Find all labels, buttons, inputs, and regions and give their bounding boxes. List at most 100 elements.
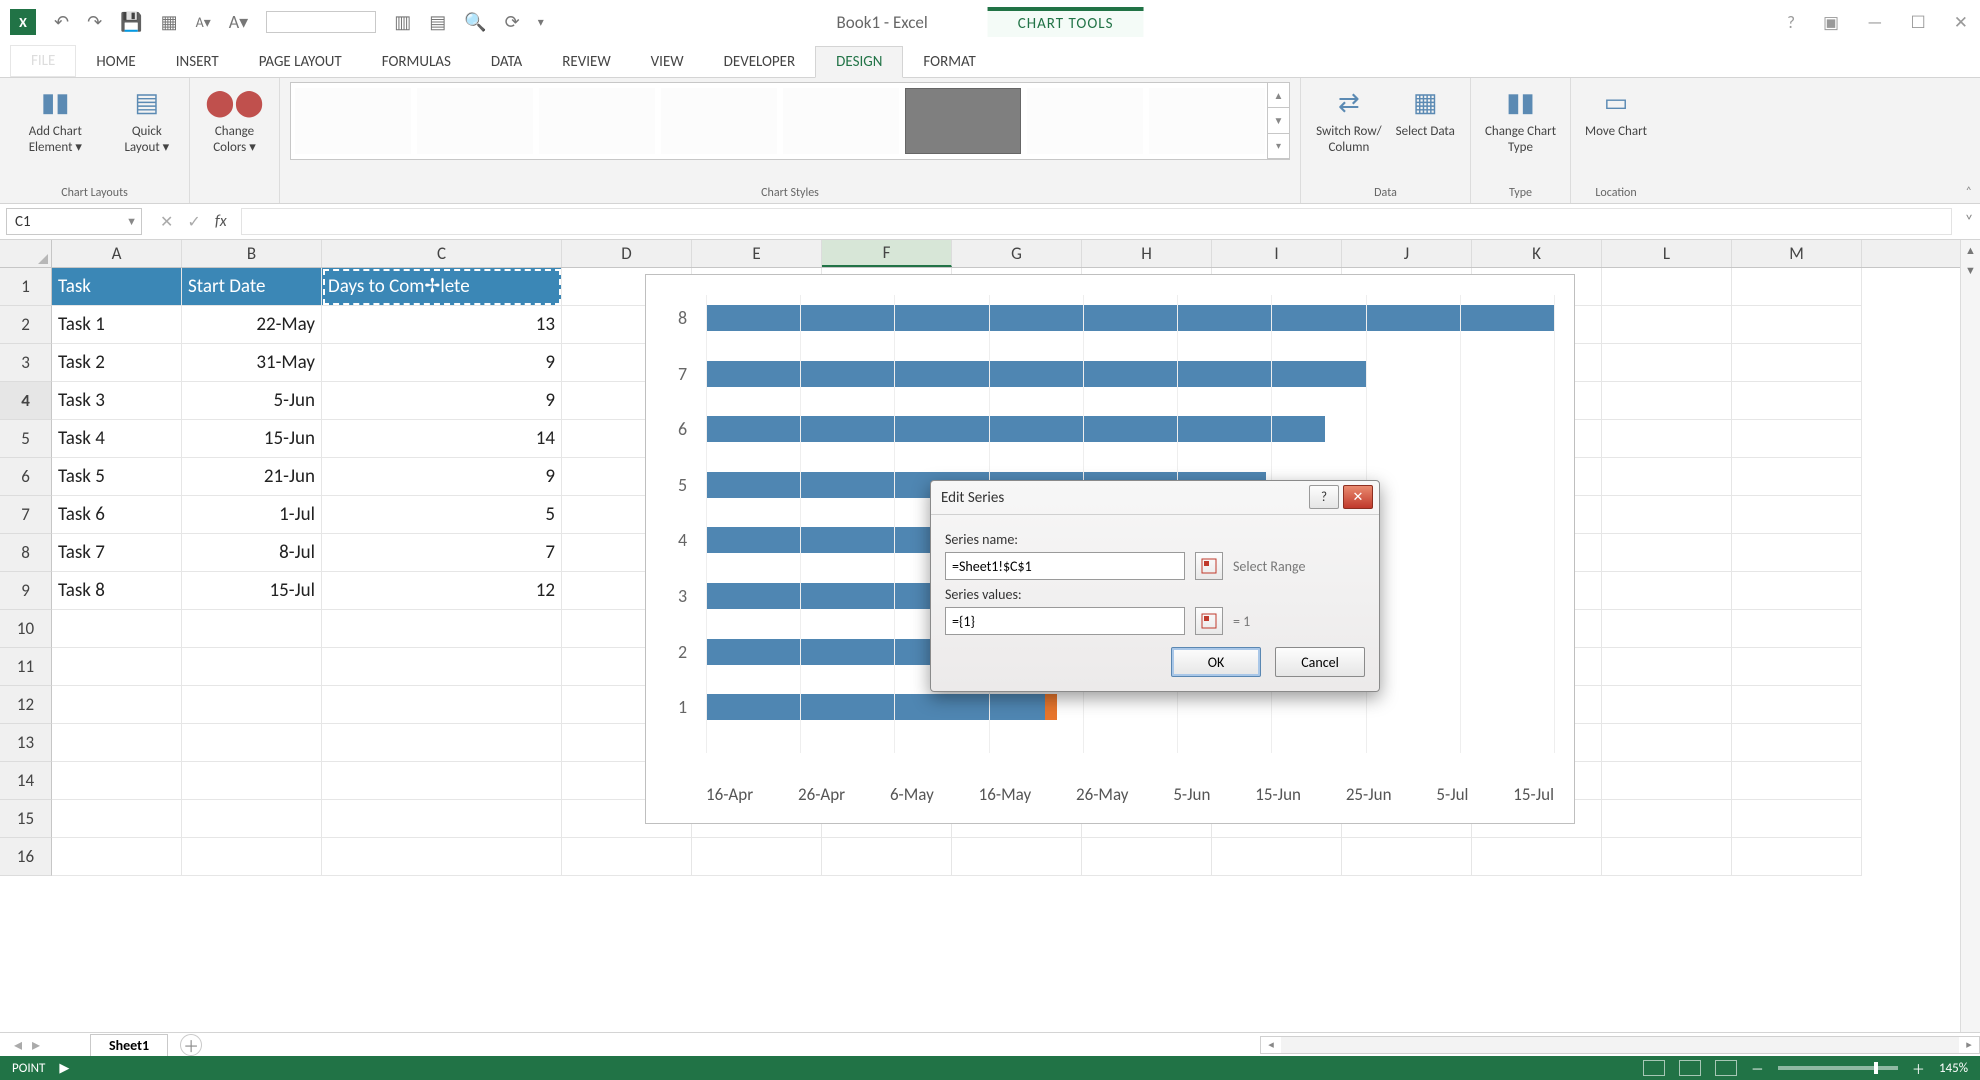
tab-home[interactable]: HOME: [76, 47, 155, 77]
cell-L13[interactable]: [1602, 724, 1732, 762]
cell-A16[interactable]: [52, 838, 182, 876]
tab-page-layout[interactable]: PAGE LAYOUT: [239, 47, 362, 77]
ribbon-options-button[interactable]: ▣: [1823, 12, 1839, 33]
tab-formulas[interactable]: FORMULAS: [362, 47, 471, 77]
cell-A4[interactable]: Task 3: [52, 382, 182, 420]
cell-L16[interactable]: [1602, 838, 1732, 876]
cell-A12[interactable]: [52, 686, 182, 724]
cell-B4[interactable]: 5-Jun: [182, 382, 322, 420]
chart-style-1[interactable]: [295, 88, 411, 154]
cell-B11[interactable]: [182, 648, 322, 686]
font-inc-icon[interactable]: A▾: [229, 11, 248, 33]
expand-formula-bar[interactable]: ˅: [1958, 204, 1980, 239]
col-head-A[interactable]: A: [52, 240, 182, 267]
cell-B14[interactable]: [182, 762, 322, 800]
cell-C4[interactable]: 9: [322, 382, 562, 420]
cancel-formula-button[interactable]: ✕: [160, 212, 173, 232]
cell-L8[interactable]: [1602, 534, 1732, 572]
font-dec-icon[interactable]: A▾: [196, 14, 211, 31]
add-chart-element-button[interactable]: ▮▮Add Chart Element ▾: [10, 82, 101, 155]
col-head-C[interactable]: C: [322, 240, 562, 267]
zoom-slider[interactable]: [1778, 1066, 1898, 1070]
chart-style-7[interactable]: [1027, 88, 1143, 154]
tab-insert[interactable]: INSERT: [156, 47, 239, 77]
row-head-7[interactable]: 7: [0, 496, 52, 534]
cell-B13[interactable]: [182, 724, 322, 762]
col-head-M[interactable]: M: [1732, 240, 1862, 267]
qat-dropdown[interactable]: [266, 11, 376, 33]
col-head-L[interactable]: L: [1602, 240, 1732, 267]
view-page-break-button[interactable]: [1715, 1060, 1737, 1076]
col-head-H[interactable]: H: [1082, 240, 1212, 267]
cell-B16[interactable]: [182, 838, 322, 876]
vertical-scrollbar[interactable]: ▲ ▼: [1960, 240, 1980, 1032]
cell-C7[interactable]: 5: [322, 496, 562, 534]
tab-file[interactable]: FILE: [10, 45, 76, 77]
cell-M11[interactable]: [1732, 648, 1862, 686]
styles-up[interactable]: ▲: [1268, 83, 1289, 108]
row-head-16[interactable]: 16: [0, 838, 52, 876]
cell-M6[interactable]: [1732, 458, 1862, 496]
cell-A7[interactable]: Task 6: [52, 496, 182, 534]
select-data-button[interactable]: ▦Select Data: [1396, 82, 1455, 140]
chart-bar[interactable]: [706, 361, 1367, 387]
cell-C11[interactable]: [322, 648, 562, 686]
cell-C6[interactable]: 9: [322, 458, 562, 496]
col-head-G[interactable]: G: [952, 240, 1082, 267]
ok-button[interactable]: OK: [1171, 647, 1261, 677]
tab-review[interactable]: REVIEW: [542, 47, 630, 77]
cell-A13[interactable]: [52, 724, 182, 762]
col-head-D[interactable]: D: [562, 240, 692, 267]
chart-style-6[interactable]: [905, 88, 1021, 154]
scroll-up[interactable]: ▲: [1961, 240, 1980, 260]
cell-L5[interactable]: [1602, 420, 1732, 458]
tab-design[interactable]: DESIGN: [815, 46, 903, 78]
row-head-12[interactable]: 12: [0, 686, 52, 724]
switch-row-column-button[interactable]: ⇄Switch Row/ Column: [1316, 82, 1382, 155]
cell-G16[interactable]: [952, 838, 1082, 876]
cell-L2[interactable]: [1602, 306, 1732, 344]
cell-L1[interactable]: [1602, 268, 1732, 306]
move-chart-button[interactable]: ▭Move Chart: [1585, 82, 1647, 140]
cell-M8[interactable]: [1732, 534, 1862, 572]
scroll-down[interactable]: ▼: [1961, 260, 1980, 280]
series-values-input[interactable]: [945, 607, 1185, 635]
cell-C9[interactable]: 12: [322, 572, 562, 610]
chart-style-5[interactable]: [783, 88, 899, 154]
qat-btn-2[interactable]: ▤: [429, 11, 446, 33]
tab-data[interactable]: DATA: [471, 47, 542, 77]
macro-record-icon[interactable]: ▶: [59, 1061, 69, 1076]
quick-layout-button[interactable]: ▤Quick Layout ▾: [115, 82, 179, 155]
sheet-nav-prev[interactable]: ◂: [14, 1035, 22, 1055]
change-chart-type-button[interactable]: ▮▮Change Chart Type: [1481, 82, 1560, 155]
cell-B10[interactable]: [182, 610, 322, 648]
name-box[interactable]: C1▼: [6, 208, 142, 235]
cell-M12[interactable]: [1732, 686, 1862, 724]
cell-A1[interactable]: Task: [52, 268, 182, 306]
cell-C3[interactable]: 9: [322, 344, 562, 382]
cell-C13[interactable]: [322, 724, 562, 762]
cell-B8[interactable]: 8-Jul: [182, 534, 322, 572]
cell-A5[interactable]: Task 4: [52, 420, 182, 458]
cell-M10[interactable]: [1732, 610, 1862, 648]
row-head-10[interactable]: 10: [0, 610, 52, 648]
cell-A2[interactable]: Task 1: [52, 306, 182, 344]
cell-M4[interactable]: [1732, 382, 1862, 420]
cell-M15[interactable]: [1732, 800, 1862, 838]
cell-A14[interactable]: [52, 762, 182, 800]
cell-C1[interactable]: Days to Com✢lete: [322, 268, 562, 306]
series-name-range-button[interactable]: [1195, 552, 1223, 580]
cell-M1[interactable]: [1732, 268, 1862, 306]
series-name-input[interactable]: [945, 552, 1185, 580]
cell-K16[interactable]: [1472, 838, 1602, 876]
cell-B7[interactable]: 1-Jul: [182, 496, 322, 534]
cell-A11[interactable]: [52, 648, 182, 686]
chart-style-4[interactable]: [661, 88, 777, 154]
new-sheet-button[interactable]: ＋: [180, 1034, 202, 1056]
zoom-out-button[interactable]: －: [1751, 1059, 1764, 1078]
cell-C15[interactable]: [322, 800, 562, 838]
row-head-13[interactable]: 13: [0, 724, 52, 762]
zoom-level[interactable]: 145%: [1939, 1061, 1968, 1076]
cell-B3[interactable]: 31-May: [182, 344, 322, 382]
minimize-button[interactable]: —: [1867, 12, 1882, 33]
